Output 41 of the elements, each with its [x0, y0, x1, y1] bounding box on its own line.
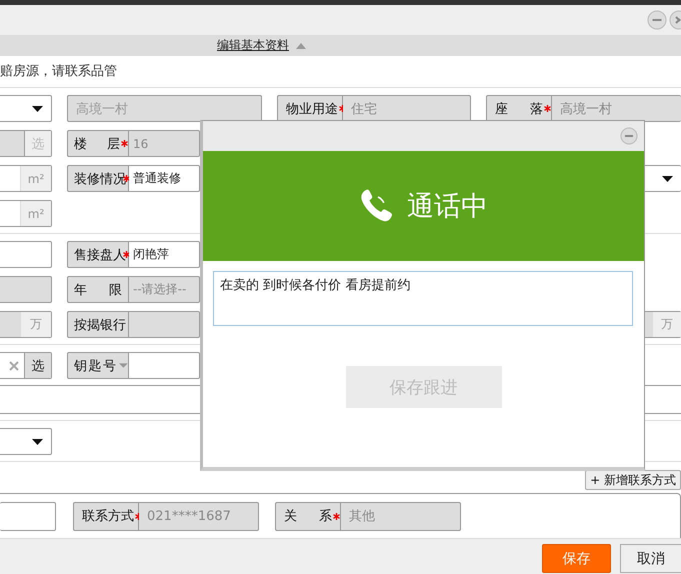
- dropdown[interactable]: [0, 95, 52, 122]
- input-field[interactable]: [0, 502, 56, 530]
- phone-icon: [359, 188, 395, 224]
- field-label: 按揭银行: [67, 311, 129, 338]
- field-label: 年限: [67, 276, 129, 303]
- close-icon[interactable]: [669, 10, 681, 30]
- input-field[interactable]: 普通装修: [129, 165, 200, 192]
- call-status-title: 通话中: [407, 190, 488, 224]
- field-label: 装修情况: [67, 165, 129, 192]
- clear-icon[interactable]: [9, 360, 19, 370]
- note-field[interactable]: 在卖的 到时候各付价 看房提前约: [213, 271, 633, 326]
- section-toggle-link[interactable]: 编辑基本资料: [217, 37, 289, 54]
- minimize-icon[interactable]: [647, 10, 667, 30]
- dropdown[interactable]: [643, 165, 681, 192]
- minimize-icon[interactable]: [620, 127, 638, 145]
- input-field[interactable]: m²: [0, 165, 52, 192]
- field-label: 联系方式: [73, 502, 139, 530]
- input-field[interactable]: m²: [0, 200, 52, 227]
- dropdown[interactable]: [0, 428, 52, 455]
- field-label: 关系: [275, 502, 341, 530]
- input-field[interactable]: [0, 241, 52, 268]
- unit-label: 万: [652, 312, 681, 337]
- field-label: 座落: [486, 95, 552, 122]
- notice-text: 赔房源，请联系品管: [0, 56, 681, 88]
- unit-label: 万: [20, 312, 51, 337]
- unit-label: m²: [20, 201, 51, 226]
- unit-label: m²: [20, 166, 51, 191]
- input-field[interactable]: 闭艳萍: [129, 241, 200, 268]
- input-field[interactable]: [129, 352, 200, 379]
- input-field[interactable]: 选: [0, 352, 52, 379]
- add-contact-button[interactable]: + 新增联系方式: [585, 470, 681, 490]
- caret-icon: [32, 438, 43, 444]
- save-button[interactable]: 保存: [542, 544, 611, 573]
- caret-icon: [662, 176, 673, 182]
- select-button[interactable]: 选: [24, 353, 51, 378]
- field-label: 物业用途: [277, 95, 343, 122]
- field-label: 楼层: [67, 130, 129, 157]
- cancel-button[interactable]: 取消: [620, 544, 681, 573]
- field-label: 售接盘人: [67, 241, 129, 268]
- caret-icon: [32, 106, 43, 112]
- dropdown-label[interactable]: 钥匙号: [67, 352, 129, 379]
